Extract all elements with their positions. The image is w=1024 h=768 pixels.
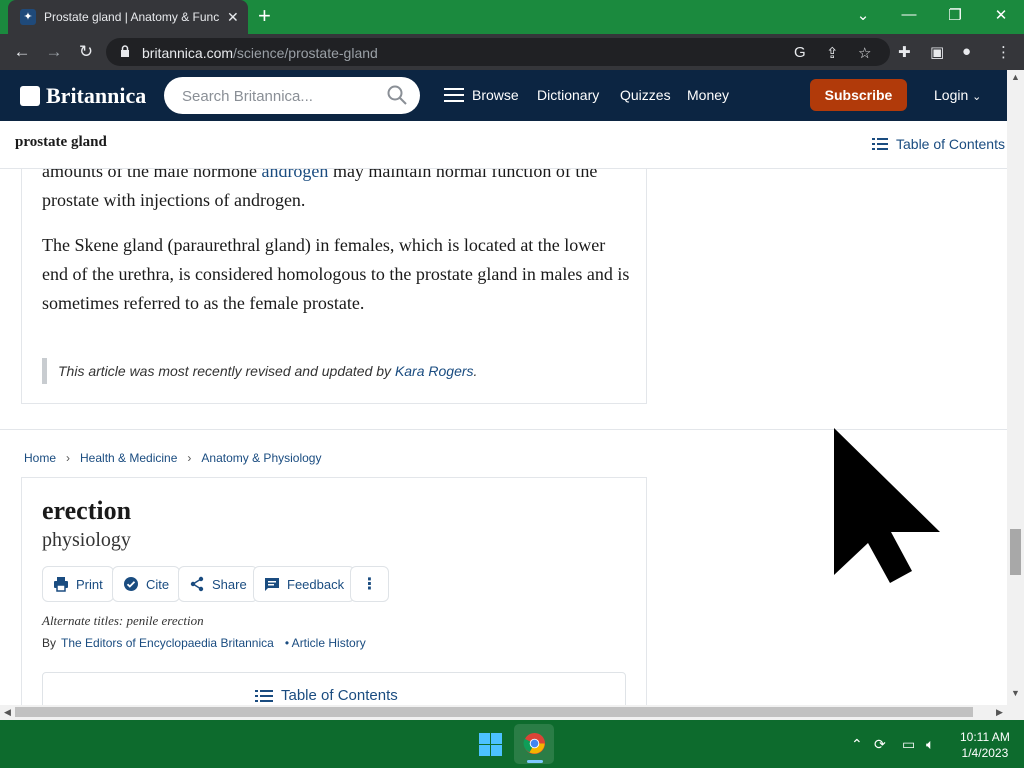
horizontal-scroll-thumb[interactable] <box>15 707 973 717</box>
print-button[interactable]: Print <box>42 566 114 602</box>
chevron-down-icon: ⌄ <box>972 91 982 103</box>
network-icon[interactable]: ▭ <box>902 736 915 753</box>
windows-start-icon[interactable] <box>479 733 502 756</box>
chrome-icon <box>523 732 546 755</box>
reload-icon[interactable]: ↻ <box>76 42 96 62</box>
sync-icon[interactable]: ⟳ <box>874 736 886 753</box>
hamburger-icon <box>444 88 464 102</box>
profile-icon[interactable]: ● <box>962 43 971 60</box>
lock-icon <box>121 45 129 57</box>
scroll-down-arrow-icon[interactable]: ▼ <box>1011 688 1020 698</box>
scroll-up-arrow-icon[interactable]: ▲ <box>1011 72 1020 82</box>
search-icon[interactable] <box>386 84 408 106</box>
article-title: erection <box>42 496 132 525</box>
list-icon <box>872 138 888 150</box>
url-text: britannica.com/science/prostate-gland <box>142 45 378 61</box>
scroll-right-arrow-icon[interactable]: ▶ <box>996 707 1003 718</box>
new-tab-button[interactable]: + <box>258 5 271 27</box>
search-input[interactable] <box>182 85 382 107</box>
browser-toolbar: ← → ↻ britannica.com/science/prostate-gl… <box>0 34 1024 70</box>
nav-quizzes[interactable]: Quizzes <box>620 87 671 103</box>
breadcrumb-health-medicine[interactable]: Health & Medicine <box>80 451 177 465</box>
extensions-icon[interactable]: ✚ <box>898 43 911 61</box>
table-of-contents-box[interactable]: Table of Contents <box>42 672 626 705</box>
revision-note: This article was most recently revised a… <box>42 358 477 384</box>
back-icon[interactable]: ← <box>12 42 32 62</box>
more-options-button[interactable]: ⋮ <box>350 566 389 602</box>
browser-tab[interactable]: ✦ Prostate gland | Anatomy & Func ✕ <box>8 0 248 34</box>
britannica-logo[interactable]: Britannica <box>20 83 146 109</box>
table-of-contents-link[interactable]: Table of Contents <box>872 136 1005 152</box>
author-link[interactable]: Kara Rogers <box>395 363 474 379</box>
active-app-indicator <box>527 760 543 763</box>
browse-menu[interactable]: Browse <box>444 87 519 103</box>
sticky-article-bar: prostate gland Table of Contents <box>0 121 1007 169</box>
close-window-button[interactable]: ✕ <box>989 6 1013 24</box>
author-link[interactable]: The Editors of Encyclopaedia Britannica <box>61 636 274 650</box>
breadcrumb-anatomy-physiology[interactable]: Anatomy & Physiology <box>201 451 321 465</box>
androgen-link[interactable]: androgen <box>261 169 328 181</box>
chevron-right-icon: › <box>66 451 71 465</box>
mouse-cursor-icon <box>834 428 940 583</box>
site-header: Britannica Browse Dictionary Quizzes Mon… <box>0 70 1007 121</box>
tab-search-icon[interactable]: ⌄ <box>851 6 875 24</box>
breadcrumb-home[interactable]: Home <box>24 451 56 465</box>
bookmark-star-icon[interactable]: ☆ <box>858 44 871 62</box>
side-panel-icon[interactable]: ▣ <box>930 43 944 61</box>
tab-close-icon[interactable]: ✕ <box>227 9 239 26</box>
list-icon <box>255 689 273 702</box>
vertical-scroll-thumb[interactable] <box>1010 529 1021 575</box>
vertical-scrollbar[interactable]: ▲ ▼ <box>1007 70 1024 705</box>
feedback-icon <box>265 578 279 591</box>
article-paragraph: The Skene gland (paraurethral gland) in … <box>42 235 630 313</box>
address-bar[interactable]: britannica.com/science/prostate-gland G … <box>106 38 890 66</box>
browser-titlebar: ✦ Prostate gland | Anatomy & Func ✕ + ⌄ … <box>0 0 1024 34</box>
restore-button[interactable]: ❐ <box>943 6 967 24</box>
share-page-icon[interactable]: ⇪ <box>826 44 839 62</box>
printer-icon <box>54 577 68 592</box>
toc-box-label: Table of Contents <box>255 687 398 704</box>
byline: By The Editors of Encyclopaedia Britanni… <box>42 636 366 650</box>
search-box <box>164 77 420 114</box>
breadcrumb: Home › Health & Medicine › Anatomy & Phy… <box>24 451 321 465</box>
thistle-logo-icon <box>20 86 40 106</box>
nav-money[interactable]: Money <box>687 87 729 103</box>
article-subtitle: physiology <box>42 529 131 551</box>
taskbar-clock[interactable]: 10:11 AM 1/4/2023 <box>960 729 1010 761</box>
more-vertical-icon: ⋮ <box>361 576 378 593</box>
menu-dots-icon[interactable]: ⋮ <box>996 43 1011 61</box>
windows-taskbar <box>0 720 1024 768</box>
tab-title: Prostate gland | Anatomy & Func <box>44 10 219 24</box>
article-paragraph: amounts of the male hormone androgen may… <box>42 169 632 215</box>
show-hidden-icons-icon[interactable]: ⌃ <box>851 736 863 753</box>
cite-button[interactable]: Cite <box>112 566 181 602</box>
minimize-button[interactable]: — <box>897 6 921 23</box>
verified-badge-icon <box>124 577 138 591</box>
forward-icon[interactable]: → <box>44 42 64 62</box>
login-menu[interactable]: Login ⌄ <box>934 87 981 103</box>
scroll-left-arrow-icon[interactable]: ◀ <box>4 707 11 718</box>
share-icon <box>190 576 204 592</box>
britannica-favicon-icon: ✦ <box>20 9 36 25</box>
sticky-article-title: prostate gland <box>15 134 107 150</box>
alternate-titles: Alternate titles: penile erection <box>42 613 204 628</box>
volume-icon[interactable]: 🔈︎ <box>926 736 934 753</box>
feedback-button[interactable]: Feedback <box>253 566 356 602</box>
google-icon[interactable]: G <box>794 44 806 61</box>
nav-dictionary[interactable]: Dictionary <box>537 87 599 103</box>
chevron-right-icon: › <box>187 451 192 465</box>
article-history-link[interactable]: • Article History <box>285 636 366 650</box>
subscribe-button[interactable]: Subscribe <box>810 79 907 111</box>
share-button[interactable]: Share <box>178 566 258 602</box>
